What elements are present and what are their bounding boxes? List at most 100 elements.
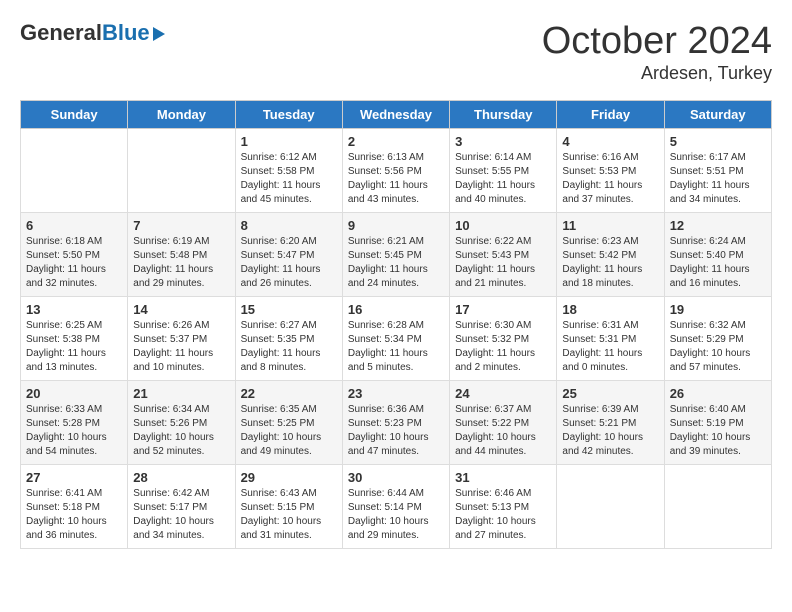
calendar-cell: 8 Sunrise: 6:20 AMSunset: 5:47 PMDaylight… <box>235 213 342 297</box>
calendar-cell: 2Sunrise: 6:13 AMSunset: 5:56 PMDaylight… <box>342 129 449 213</box>
day-info: Sunrise: 6:40 AMSunset: 5:19 PMDaylight:… <box>670 403 766 459</box>
calendar-header-row: SundayMondayTuesdayWednesdayThursdayFrid… <box>21 101 772 129</box>
day-info: Sunrise: 6:18 AMSunset: 5:50 PMDaylight:… <box>26 235 122 291</box>
calendar-week-row: 20 Sunrise: 6:33 AMSunset: 5:28 PMDayligh… <box>21 381 772 465</box>
calendar-cell: 14 Sunrise: 6:26 AMSunset: 5:37 PMDayligh… <box>128 297 235 381</box>
day-info: Sunrise: 6:31 AMSunset: 5:31 PMDaylight:… <box>562 319 658 375</box>
day-number: 5 <box>670 134 766 149</box>
day-number: 30 <box>348 470 444 485</box>
calendar-cell: 6 Sunrise: 6:18 AMSunset: 5:50 PMDaylight… <box>21 213 128 297</box>
calendar-cell <box>557 465 664 549</box>
weekday-header: Saturday <box>664 101 771 129</box>
day-info: Sunrise: 6:41 AMSunset: 5:18 PMDaylight:… <box>26 487 122 543</box>
calendar-cell: 5 Sunrise: 6:17 AMSunset: 5:51 PMDaylight… <box>664 129 771 213</box>
calendar-cell: 16 Sunrise: 6:28 AMSunset: 5:34 PMDayligh… <box>342 297 449 381</box>
logo-blue: Blue <box>102 20 150 46</box>
calendar-table: SundayMondayTuesdayWednesdayThursdayFrid… <box>20 100 772 549</box>
day-number: 18 <box>562 302 658 317</box>
day-info: Sunrise: 6:44 AMSunset: 5:14 PMDaylight:… <box>348 487 444 543</box>
calendar-cell: 12 Sunrise: 6:24 AMSunset: 5:40 PMDayligh… <box>664 213 771 297</box>
day-info: Sunrise: 6:19 AMSunset: 5:48 PMDaylight:… <box>133 235 229 291</box>
calendar-cell: 19 Sunrise: 6:32 AMSunset: 5:29 PMDayligh… <box>664 297 771 381</box>
day-info: Sunrise: 6:46 AMSunset: 5:13 PMDaylight:… <box>455 487 551 543</box>
day-info: Sunrise: 6:27 AMSunset: 5:35 PMDaylight:… <box>241 319 337 375</box>
day-number: 1 <box>241 134 337 149</box>
day-info: Sunrise: 6:32 AMSunset: 5:29 PMDaylight:… <box>670 319 766 375</box>
calendar-cell: 21Sunrise: 6:34 AMSunset: 5:26 PMDayligh… <box>128 381 235 465</box>
day-number: 7 <box>133 218 229 233</box>
calendar-cell: 15 Sunrise: 6:27 AMSunset: 5:35 PMDayligh… <box>235 297 342 381</box>
day-number: 24 <box>455 386 551 401</box>
calendar-week-row: 6 Sunrise: 6:18 AMSunset: 5:50 PMDaylight… <box>21 213 772 297</box>
day-info: Sunrise: 6:22 AMSunset: 5:43 PMDaylight:… <box>455 235 551 291</box>
day-info: Sunrise: 6:42 AMSunset: 5:17 PMDaylight:… <box>133 487 229 543</box>
day-number: 21 <box>133 386 229 401</box>
calendar-cell: 22Sunrise: 6:35 AMSunset: 5:25 PMDayligh… <box>235 381 342 465</box>
calendar-cell: 31 Sunrise: 6:46 AMSunset: 5:13 PMDayligh… <box>450 465 557 549</box>
day-info: Sunrise: 6:36 AMSunset: 5:23 PMDaylight:… <box>348 403 444 459</box>
calendar-cell: 3 Sunrise: 6:14 AMSunset: 5:55 PMDaylight… <box>450 129 557 213</box>
calendar-cell <box>664 465 771 549</box>
calendar-cell: 25Sunrise: 6:39 AMSunset: 5:21 PMDayligh… <box>557 381 664 465</box>
day-number: 23 <box>348 386 444 401</box>
calendar-cell <box>128 129 235 213</box>
day-number: 3 <box>455 134 551 149</box>
day-info: Sunrise: 6:17 AMSunset: 5:51 PMDaylight:… <box>670 151 766 207</box>
title-block: October 2024 Ardesen, Turkey <box>542 20 772 84</box>
day-info: Sunrise: 6:37 AMSunset: 5:22 PMDaylight:… <box>455 403 551 459</box>
calendar-cell: 27 Sunrise: 6:41 AMSunset: 5:18 PMDayligh… <box>21 465 128 549</box>
calendar-cell: 18 Sunrise: 6:31 AMSunset: 5:31 PMDayligh… <box>557 297 664 381</box>
calendar-cell: 26 Sunrise: 6:40 AMSunset: 5:19 PMDayligh… <box>664 381 771 465</box>
logo-general: General <box>20 20 102 46</box>
day-info: Sunrise: 6:23 AMSunset: 5:42 PMDaylight:… <box>562 235 658 291</box>
calendar-week-row: 13 Sunrise: 6:25 AMSunset: 5:38 PMDayligh… <box>21 297 772 381</box>
day-info: Sunrise: 6:25 AMSunset: 5:38 PMDaylight:… <box>26 319 122 375</box>
day-info: Sunrise: 6:33 AMSunset: 5:28 PMDaylight:… <box>26 403 122 459</box>
day-info: Sunrise: 6:28 AMSunset: 5:34 PMDaylight:… <box>348 319 444 375</box>
day-number: 28 <box>133 470 229 485</box>
day-info: Sunrise: 6:26 AMSunset: 5:37 PMDaylight:… <box>133 319 229 375</box>
day-number: 12 <box>670 218 766 233</box>
calendar-cell: 24 Sunrise: 6:37 AMSunset: 5:22 PMDayligh… <box>450 381 557 465</box>
day-number: 11 <box>562 218 658 233</box>
day-number: 6 <box>26 218 122 233</box>
calendar-cell: 30 Sunrise: 6:44 AMSunset: 5:14 PMDayligh… <box>342 465 449 549</box>
calendar-cell: 1 Sunrise: 6:12 AMSunset: 5:58 PMDaylight… <box>235 129 342 213</box>
day-number: 10 <box>455 218 551 233</box>
day-number: 15 <box>241 302 337 317</box>
day-number: 27 <box>26 470 122 485</box>
calendar-cell: 20 Sunrise: 6:33 AMSunset: 5:28 PMDayligh… <box>21 381 128 465</box>
calendar-cell: 13 Sunrise: 6:25 AMSunset: 5:38 PMDayligh… <box>21 297 128 381</box>
day-info: Sunrise: 6:20 AMSunset: 5:47 PMDaylight:… <box>241 235 337 291</box>
day-number: 20 <box>26 386 122 401</box>
weekday-header: Wednesday <box>342 101 449 129</box>
calendar-week-row: 27 Sunrise: 6:41 AMSunset: 5:18 PMDayligh… <box>21 465 772 549</box>
calendar-cell: 28 Sunrise: 6:42 AMSunset: 5:17 PMDayligh… <box>128 465 235 549</box>
calendar-cell: 7 Sunrise: 6:19 AMSunset: 5:48 PMDaylight… <box>128 213 235 297</box>
day-number: 2 <box>348 134 444 149</box>
day-number: 14 <box>133 302 229 317</box>
day-number: 29 <box>241 470 337 485</box>
calendar-cell: 23 Sunrise: 6:36 AMSunset: 5:23 PMDayligh… <box>342 381 449 465</box>
day-number: 13 <box>26 302 122 317</box>
calendar-cell: 4Sunrise: 6:16 AMSunset: 5:53 PMDaylight… <box>557 129 664 213</box>
day-info: Sunrise: 6:12 AMSunset: 5:58 PMDaylight:… <box>241 151 337 207</box>
logo-arrow-icon <box>153 27 165 41</box>
day-number: 31 <box>455 470 551 485</box>
calendar-cell: 29 Sunrise: 6:43 AMSunset: 5:15 PMDayligh… <box>235 465 342 549</box>
day-number: 26 <box>670 386 766 401</box>
month-title: October 2024 <box>542 20 772 63</box>
calendar-cell: 9Sunrise: 6:21 AMSunset: 5:45 PMDaylight… <box>342 213 449 297</box>
calendar-cell: 10 Sunrise: 6:22 AMSunset: 5:43 PMDayligh… <box>450 213 557 297</box>
day-info: Sunrise: 6:43 AMSunset: 5:15 PMDaylight:… <box>241 487 337 543</box>
page-header: General Blue October 2024 Ardesen, Turke… <box>20 20 772 84</box>
day-info: Sunrise: 6:30 AMSunset: 5:32 PMDaylight:… <box>455 319 551 375</box>
calendar-week-row: 1 Sunrise: 6:12 AMSunset: 5:58 PMDaylight… <box>21 129 772 213</box>
calendar-cell: 11 Sunrise: 6:23 AMSunset: 5:42 PMDayligh… <box>557 213 664 297</box>
day-info: Sunrise: 6:14 AMSunset: 5:55 PMDaylight:… <box>455 151 551 207</box>
day-info: Sunrise: 6:24 AMSunset: 5:40 PMDaylight:… <box>670 235 766 291</box>
day-number: 8 <box>241 218 337 233</box>
day-number: 16 <box>348 302 444 317</box>
day-number: 19 <box>670 302 766 317</box>
day-info: Sunrise: 6:21 AMSunset: 5:45 PMDaylight:… <box>348 235 444 291</box>
